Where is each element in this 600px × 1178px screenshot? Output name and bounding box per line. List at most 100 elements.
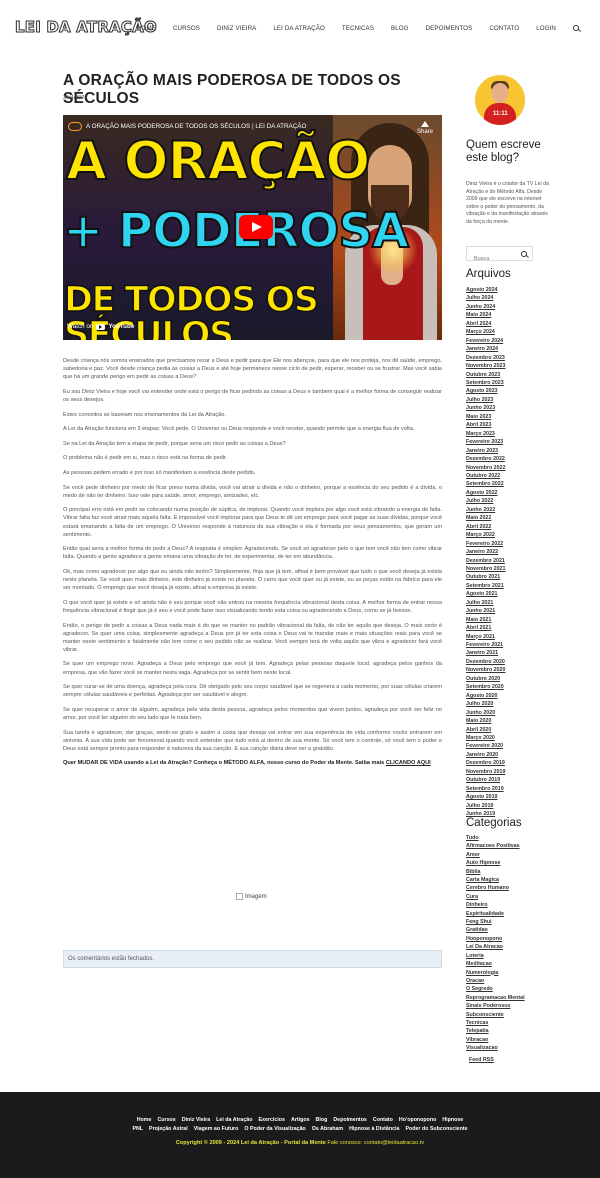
category-link[interactable]: Cura: [466, 893, 556, 901]
footer-link[interactable]: Depoimentos: [333, 1117, 367, 1123]
archive-link[interactable]: Maio 2023: [466, 413, 556, 421]
nav-item-depoimentos[interactable]: DEPOIMENTOS: [426, 25, 473, 32]
share-button[interactable]: Share: [415, 121, 435, 135]
archive-link[interactable]: Novembro 2022: [466, 464, 556, 472]
archive-link[interactable]: Junho 2021: [466, 607, 556, 615]
category-link[interactable]: Loteria: [466, 952, 556, 960]
archive-link[interactable]: Outubro 2019: [466, 776, 556, 784]
category-link[interactable]: Visualizacao: [466, 1044, 556, 1052]
footer-link[interactable]: Viagem ao Futuro: [194, 1126, 239, 1132]
archive-link[interactable]: Fevereiro 2022: [466, 540, 556, 548]
nav-item-cursos[interactable]: CURSOS: [173, 25, 200, 32]
footer-link[interactable]: Contato: [373, 1117, 393, 1123]
archive-link[interactable]: Setembro 2021: [466, 582, 556, 590]
category-link[interactable]: Oracao: [466, 977, 556, 985]
archive-link[interactable]: Julho 2019: [466, 802, 556, 810]
search-input[interactable]: [467, 252, 524, 266]
archive-link[interactable]: Janeiro 2024: [466, 345, 556, 353]
footer-link[interactable]: Cursos: [157, 1117, 175, 1123]
archive-link[interactable]: Novembro 2023: [466, 362, 556, 370]
archive-link[interactable]: Maio 2024: [466, 311, 556, 319]
archive-link[interactable]: Abril 2022: [466, 523, 556, 531]
archive-link[interactable]: Outubro 2022: [466, 472, 556, 480]
nav-item-home[interactable]: Home: [137, 25, 156, 32]
archive-link[interactable]: Julho 2020: [466, 700, 556, 708]
category-link[interactable]: Afirmacoes Positivas: [466, 842, 556, 850]
archive-link[interactable]: Julho 2023: [466, 396, 556, 404]
category-link[interactable]: Gratidao: [466, 926, 556, 934]
category-link[interactable]: Subconsciente: [466, 1011, 556, 1019]
footer-link[interactable]: Home: [137, 1117, 152, 1123]
archive-link[interactable]: Fevereiro 2023: [466, 438, 556, 446]
archive-link[interactable]: Março 2020: [466, 734, 556, 742]
video-title[interactable]: A ORAÇÃO MAIS PODEROSA DE TODOS OS SÉCUL…: [86, 123, 306, 130]
footer-link[interactable]: Hipnose: [442, 1117, 463, 1123]
category-link[interactable]: O Segredo: [466, 985, 556, 993]
archive-link[interactable]: Março 2024: [466, 328, 556, 336]
category-link[interactable]: Amor: [466, 851, 556, 859]
archive-link[interactable]: Setembro 2023: [466, 379, 556, 387]
archive-link[interactable]: Agosto 2023: [466, 387, 556, 395]
archive-link[interactable]: Julho 2022: [466, 497, 556, 505]
archive-link[interactable]: Abril 2021: [466, 624, 556, 632]
archive-link[interactable]: Novembro 2019: [466, 768, 556, 776]
category-link[interactable]: Hooponopono: [466, 935, 556, 943]
archive-link[interactable]: Janeiro 2021: [466, 649, 556, 657]
footer-link[interactable]: O Poder da Visualização: [244, 1126, 305, 1132]
archive-link[interactable]: Agosto 2020: [466, 692, 556, 700]
category-link[interactable]: Cerebro Humano: [466, 884, 556, 892]
search-icon[interactable]: [521, 251, 528, 258]
youtube-video-embed[interactable]: A ORAÇÃO + PODEROSA DE TODOS OS SÉCULOS …: [63, 115, 442, 340]
archive-link[interactable]: Junho 2022: [466, 506, 556, 514]
search-icon[interactable]: [573, 25, 580, 32]
category-link[interactable]: Tudo: [466, 834, 556, 842]
category-link[interactable]: Vibracao: [466, 1036, 556, 1044]
archive-link[interactable]: Setembro 2022: [466, 480, 556, 488]
archive-link[interactable]: Novembro 2021: [466, 565, 556, 573]
archive-link[interactable]: Maio 2020: [466, 717, 556, 725]
footer-link[interactable]: Exercícios: [258, 1117, 285, 1123]
footer-link[interactable]: Ho'oponopono: [399, 1117, 436, 1123]
contact-link[interactable]: Fale conosco: contato@leidaatracao.tv: [327, 1140, 424, 1146]
category-link[interactable]: Carta Magica: [466, 876, 556, 884]
watch-on-youtube-link[interactable]: Watch on YouTube: [67, 323, 134, 330]
archive-link[interactable]: Outubro 2021: [466, 573, 556, 581]
nav-item-tecnicas[interactable]: TECNICAS: [342, 25, 374, 32]
archive-link[interactable]: Outubro 2020: [466, 675, 556, 683]
site-logo[interactable]: LEI DA ATRAÇÃO: [15, 18, 158, 37]
archive-link[interactable]: Outubro 2023: [466, 371, 556, 379]
category-link[interactable]: Feng Shui: [466, 918, 556, 926]
category-link[interactable]: Reprogramacao Mental: [466, 994, 556, 1002]
archive-link[interactable]: Junho 2024: [466, 303, 556, 311]
archive-link[interactable]: Agosto 2019: [466, 793, 556, 801]
cta-link[interactable]: CLICANDO AQUI: [386, 760, 431, 766]
footer-link[interactable]: Os Abraham: [312, 1126, 343, 1132]
footer-link[interactable]: Diniz Vieira: [182, 1117, 210, 1123]
category-link[interactable]: Dinheiro: [466, 901, 556, 909]
feed-rss-link[interactable]: Feed RSS: [469, 1057, 494, 1063]
archive-link[interactable]: Agosto 2022: [466, 489, 556, 497]
category-link[interactable]: Meditacao: [466, 960, 556, 968]
nav-item-lei-da-atra-o[interactable]: LEI DA ATRAÇÃO: [273, 25, 325, 32]
archive-link[interactable]: Abril 2024: [466, 320, 556, 328]
category-link[interactable]: Tecnicas: [466, 1019, 556, 1027]
archive-link[interactable]: Abril 2020: [466, 726, 556, 734]
archive-link[interactable]: Setembro 2019: [466, 785, 556, 793]
archive-link[interactable]: Fevereiro 2020: [466, 742, 556, 750]
nav-item-blog[interactable]: BLOG: [391, 25, 409, 32]
archive-link[interactable]: Novembro 2020: [466, 666, 556, 674]
nav-item-contato[interactable]: CONTATO: [489, 25, 519, 32]
archive-link[interactable]: Agosto 2024: [466, 286, 556, 294]
archive-link[interactable]: Julho 2021: [466, 599, 556, 607]
archive-link[interactable]: Março 2023: [466, 430, 556, 438]
nav-item-login[interactable]: LOGIN: [536, 25, 556, 32]
archive-link[interactable]: Agosto 2021: [466, 590, 556, 598]
category-link[interactable]: Lei Da Atracao: [466, 943, 556, 951]
category-link[interactable]: Sinais Poderosos: [466, 1002, 556, 1010]
nav-item-diniz-vieira[interactable]: DINIZ VIEIRA: [217, 25, 256, 32]
archive-link[interactable]: Março 2022: [466, 531, 556, 539]
category-link[interactable]: Numerologia: [466, 969, 556, 977]
archive-link[interactable]: Dezembro 2021: [466, 557, 556, 565]
category-link[interactable]: Telepatia: [466, 1027, 556, 1035]
archive-link[interactable]: Dezembro 2020: [466, 658, 556, 666]
